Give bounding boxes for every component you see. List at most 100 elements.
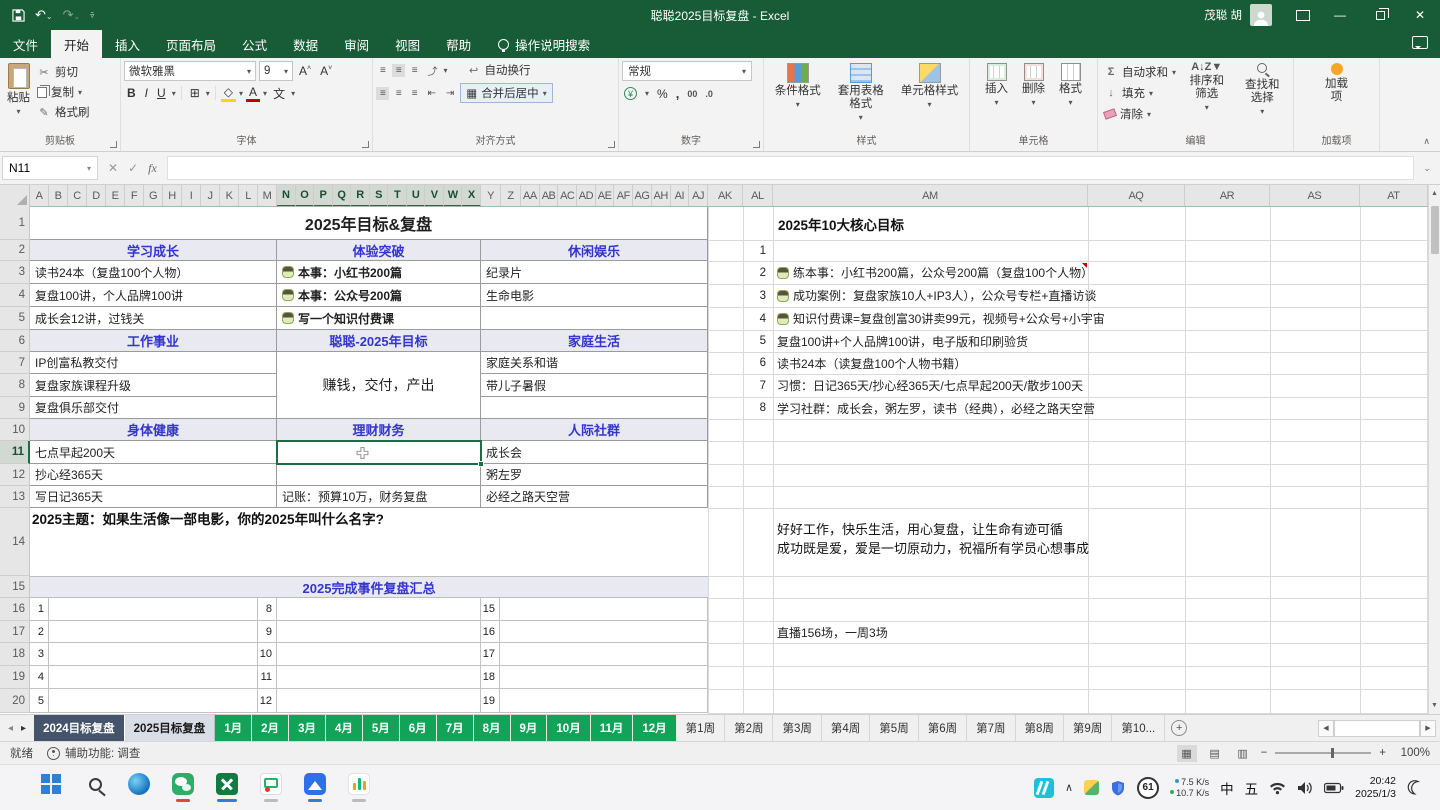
section-header-工作事业[interactable]: 工作事业 [30, 330, 277, 352]
customize-qat-icon[interactable]: ▿̄ [90, 11, 94, 20]
sheet-tab-6月[interactable]: 6月 [400, 715, 437, 741]
merge-center-button[interactable]: ▦ 合并后居中▾ [460, 83, 552, 103]
sheet-title-cell[interactable]: 2025年目标&复盘 [30, 207, 708, 240]
prev-sheet-icon[interactable]: ◂ [8, 723, 13, 734]
sheet-tab-10月[interactable]: 10月 [547, 715, 590, 741]
row-header-11[interactable]: 11 [0, 441, 30, 464]
sheet-tab-第1周[interactable]: 第1周 [677, 715, 725, 741]
table-cell[interactable]: 七点早起200天 [30, 441, 277, 464]
section-header-身体健康[interactable]: 身体健康 [30, 419, 277, 441]
stats-app[interactable] [344, 768, 374, 808]
align-middle-icon[interactable]: ≡ [392, 64, 405, 77]
core-goal-text[interactable]: 成功案例：复盘家族10人+IP3人），公众号专栏+直播访谈 [777, 284, 1197, 307]
page-break-view-icon[interactable]: ▥ [1233, 745, 1253, 762]
hidden-icons-chevron[interactable]: ∧ [1065, 781, 1073, 794]
sheet-tab-5月[interactable]: 5月 [363, 715, 400, 741]
addins-button[interactable]: 加载项 [1316, 61, 1358, 106]
sheet-tab-第3周[interactable]: 第3周 [773, 715, 821, 741]
clock[interactable]: 20:422025/1/3 [1355, 775, 1396, 801]
column-header-AB[interactable]: AB [540, 185, 559, 206]
summary-header-cell[interactable]: 2025完成事件复盘汇总 [30, 576, 708, 598]
comma-style-icon[interactable]: , [676, 86, 680, 101]
row-header-7[interactable]: 7 [0, 352, 30, 374]
table-cell[interactable]: 复盘100讲，个人品牌100讲 [30, 284, 277, 307]
column-header-AJ[interactable]: AJ [689, 185, 708, 206]
column-header-R[interactable]: R [351, 185, 370, 206]
row-header-5[interactable]: 5 [0, 307, 30, 330]
wifi-icon[interactable] [1269, 781, 1286, 795]
insert-cells-button[interactable]: 插入▾ [980, 61, 1013, 111]
column-header-P[interactable]: P [314, 185, 333, 206]
vertical-scrollbar[interactable]: ▲ ▼ [1428, 185, 1440, 714]
section-header-休闲娱乐[interactable]: 休闲娱乐 [481, 240, 708, 261]
sheet-tab-第4周[interactable]: 第4周 [822, 715, 870, 741]
column-header-H[interactable]: H [163, 185, 182, 206]
format-painter-button[interactable]: ✎格式刷 [34, 103, 93, 121]
expand-formula-bar-icon[interactable]: ⌄ [1414, 163, 1440, 174]
pc-health-score[interactable]: 61 [1137, 777, 1159, 799]
column-header-U[interactable]: U [407, 185, 426, 206]
column-header-AL[interactable]: AL [743, 185, 773, 206]
zoom-level[interactable]: 100% [1394, 747, 1430, 759]
live-streaming-note[interactable]: 直播156场，一周3场 [777, 621, 1097, 643]
sheet-tab-1月[interactable]: 1月 [215, 715, 252, 741]
sheet-tab-11月[interactable]: 11月 [591, 715, 634, 741]
column-header-D[interactable]: D [87, 185, 106, 206]
column-header-G[interactable]: G [144, 185, 163, 206]
column-header-AE[interactable]: AE [596, 185, 615, 206]
sheet-tab-12月[interactable]: 12月 [633, 715, 676, 741]
review-entry-cell[interactable] [500, 598, 708, 621]
section-header-学习成长[interactable]: 学习成长 [30, 240, 277, 261]
phonetic-guide-icon[interactable]: 文 [270, 85, 288, 102]
table-cell[interactable]: 本事：公众号200篇 [277, 284, 481, 307]
column-header-AQ[interactable]: AQ [1088, 185, 1185, 206]
fill-color-icon[interactable]: ◇ [221, 85, 236, 102]
row-header-8[interactable]: 8 [0, 374, 30, 397]
shrink-font-button[interactable]: A˅ [317, 63, 335, 79]
table-cell[interactable]: 本事：小红书200篇 [277, 261, 481, 284]
zoom-out-icon[interactable]: − [1261, 747, 1268, 759]
security-shield-icon[interactable] [1110, 780, 1126, 796]
review-number-cell[interactable]: 2 [30, 621, 49, 643]
core-goal-text[interactable] [777, 240, 1197, 261]
sheet-tab-2024目标复盘[interactable]: 2024目标复盘 [34, 715, 125, 741]
review-entry-cell[interactable] [500, 689, 708, 713]
page-layout-view-icon[interactable]: ▤ [1205, 745, 1225, 762]
cut-button[interactable]: ✂剪切 [34, 63, 93, 81]
table-cell[interactable]: 写一个知识付费课 [277, 307, 481, 330]
menu-tab-文件[interactable]: 文件 [0, 30, 51, 58]
clear-button[interactable]: 清除▾ [1101, 105, 1179, 123]
review-number-cell[interactable]: 1 [30, 598, 49, 621]
edge-app[interactable] [124, 768, 154, 808]
normal-view-icon[interactable]: ▦ [1177, 745, 1197, 762]
table-cell[interactable]: 读书24本（复盘100个人物） [30, 261, 277, 284]
menu-tab-页面布局[interactable]: 页面布局 [153, 30, 229, 58]
core-goal-number[interactable]: 2 [743, 261, 770, 284]
column-header-AA[interactable]: AA [521, 185, 540, 206]
table-cell[interactable]: 复盘家族课程升级 [30, 374, 277, 397]
cells-canvas[interactable]: 2025年目标&复盘学习成长体验突破休闲娱乐读书24本（复盘100个人物）本事：… [30, 207, 1428, 714]
column-header-N[interactable]: N [277, 185, 296, 206]
column-header-C[interactable]: C [68, 185, 87, 206]
align-center-icon[interactable]: ≡ [392, 87, 405, 100]
menu-tab-视图[interactable]: 视图 [382, 30, 433, 58]
table-cell[interactable]: 粥左罗 [481, 464, 708, 486]
meeting-app[interactable] [300, 768, 330, 808]
review-entry-cell[interactable] [500, 643, 708, 666]
motivation-message[interactable]: 好好工作，快乐生活，用心复盘，让生命有迹可循成功既是爱，爱是一切原动力，祝福所有… [777, 508, 1197, 576]
review-entry-cell[interactable] [49, 689, 258, 713]
review-entry-cell[interactable] [500, 621, 708, 643]
table-cell[interactable]: 纪录片 [481, 261, 708, 284]
increase-indent-icon[interactable]: ⇥ [442, 87, 457, 100]
core-goal-text[interactable]: 练本事：小红书200篇，公众号200篇（复盘100个人物） [777, 261, 1197, 284]
review-entry-cell[interactable] [277, 621, 481, 643]
core-goal-number[interactable]: 6 [743, 352, 770, 374]
column-header-AH[interactable]: AH [652, 185, 671, 206]
section-header-人际社群[interactable]: 人际社群 [481, 419, 708, 441]
save-icon[interactable] [12, 9, 25, 22]
row-header-15[interactable]: 15 [0, 576, 30, 598]
zoom-slider-thumb[interactable] [1331, 748, 1334, 758]
table-cell[interactable] [481, 307, 708, 330]
column-header-O[interactable]: O [296, 185, 315, 206]
confirm-entry-icon[interactable]: ✓ [128, 161, 138, 175]
